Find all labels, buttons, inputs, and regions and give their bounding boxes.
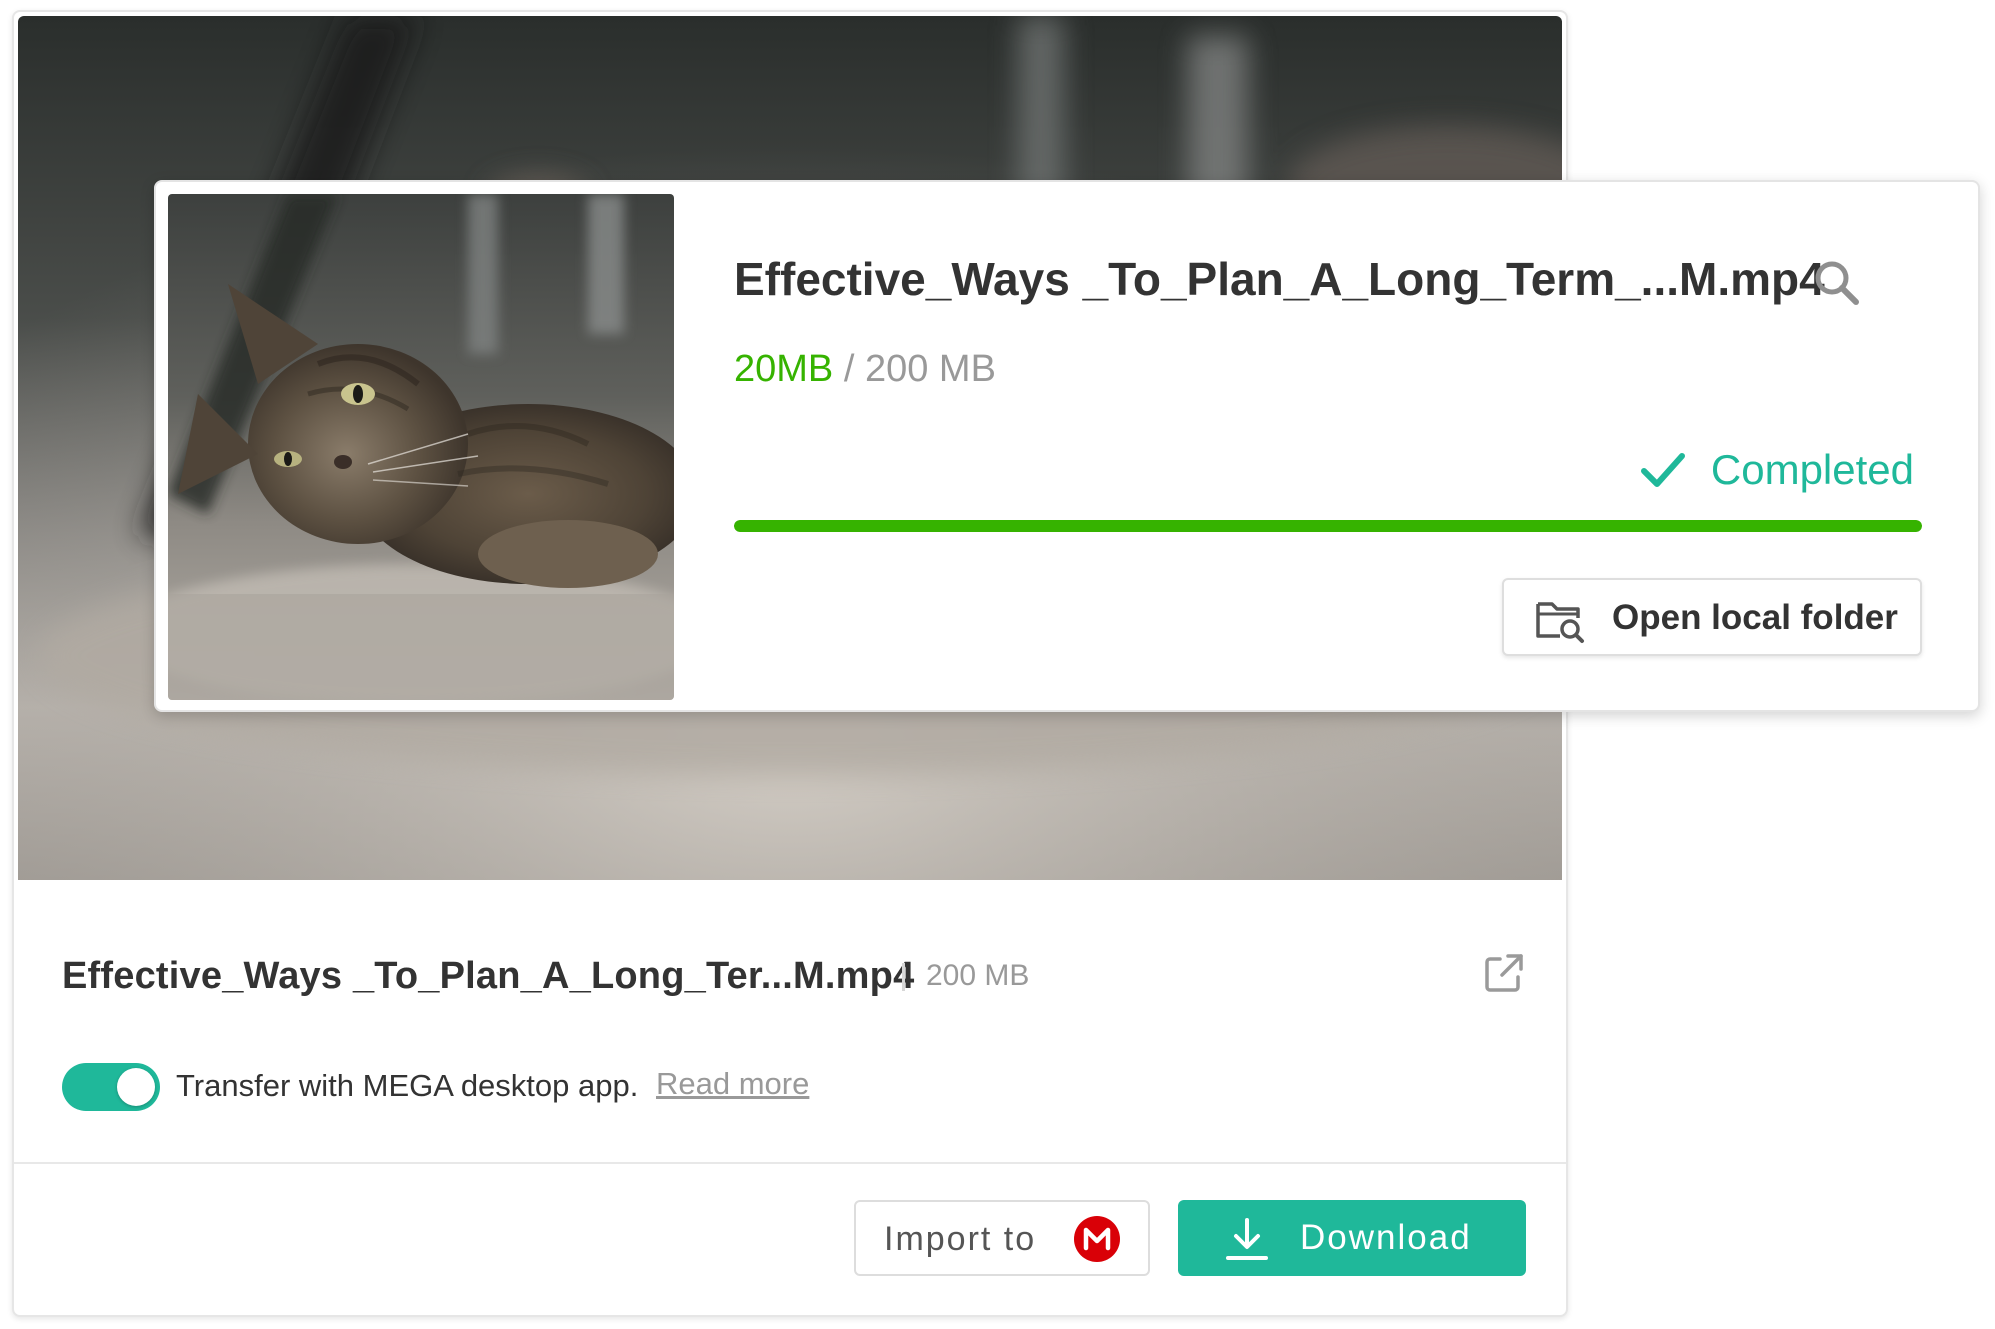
size-separator: / (833, 348, 865, 390)
transfer-size: 20MB / 200 MB (734, 348, 996, 391)
folder-search-icon (1534, 594, 1586, 644)
import-button-label: Import to (884, 1220, 1037, 1258)
checkmark-icon (1640, 450, 1686, 490)
transfer-status: Completed (1640, 446, 1914, 496)
desktop-app-toggle[interactable] (62, 1063, 160, 1111)
external-link-icon[interactable] (1482, 951, 1526, 995)
search-icon[interactable] (1812, 258, 1862, 308)
read-more-link[interactable]: Read more (656, 1066, 809, 1102)
import-to-mega-button[interactable]: Import to (854, 1200, 1150, 1276)
download-button-label: Download (1300, 1218, 1472, 1257)
toggle-knob (117, 1068, 155, 1106)
file-name: Effective_Ways _To_Plan_A_Long_Ter...M.m… (62, 955, 915, 997)
file-size: 200 MB (926, 959, 1030, 992)
open-local-folder-button[interactable]: Open local folder (1502, 578, 1922, 656)
progress-bar (734, 520, 1922, 532)
card-divider (14, 1162, 1566, 1164)
popup-thumbnail (168, 194, 674, 700)
popup-file-title: Effective_Ways _To_Plan_A_Long_Term_...M… (734, 253, 1825, 305)
desktop-transfer-row: Transfer with MEGA desktop app. Read mor… (14, 1052, 1566, 1122)
total-size: 200 MB (864, 348, 996, 390)
transfer-complete-popup: Effective_Ways _To_Plan_A_Long_Term_...M… (154, 180, 1980, 712)
file-info-separator (902, 963, 905, 991)
page-stage: Effective_Ways _To_Plan_A_Long_Ter...M.m… (0, 0, 1995, 1329)
download-icon (1224, 1216, 1270, 1262)
mega-logo-icon (1074, 1216, 1120, 1262)
transfer-description: Transfer with MEGA desktop app. (176, 1068, 639, 1103)
file-info-row: Effective_Ways _To_Plan_A_Long_Ter...M.m… (14, 937, 1566, 1017)
open-folder-label: Open local folder (1612, 598, 1898, 637)
download-button[interactable]: Download (1178, 1200, 1526, 1276)
progress-bar-fill (734, 520, 1922, 532)
status-label: Completed (1710, 446, 1914, 493)
transferred-size: 20MB (734, 348, 834, 390)
